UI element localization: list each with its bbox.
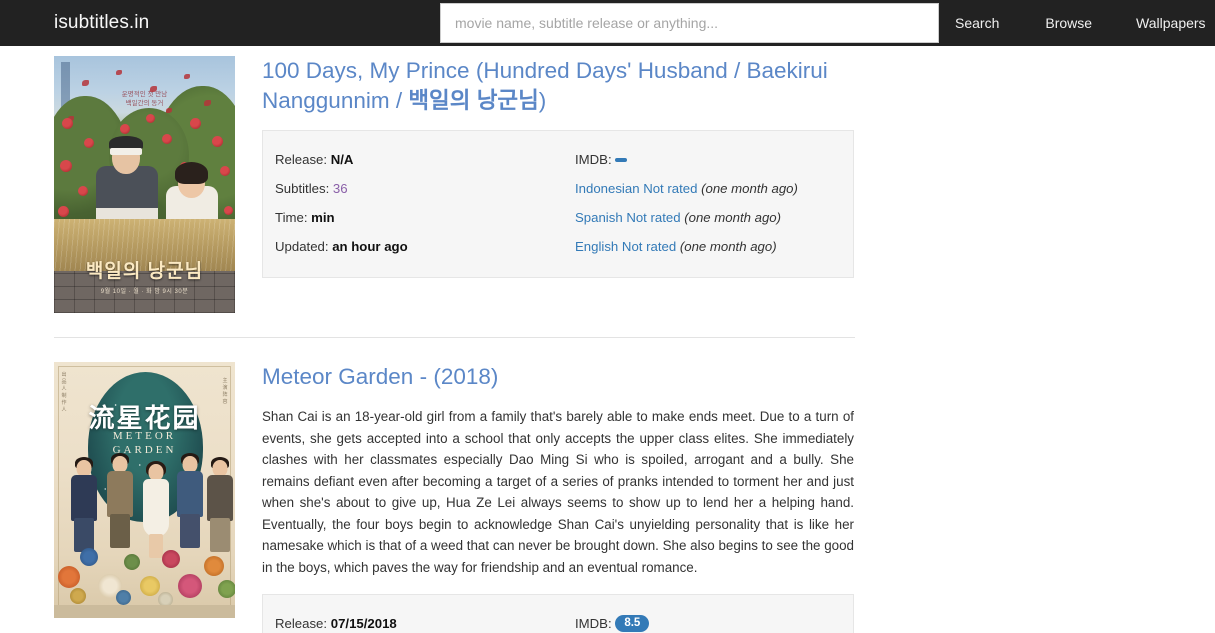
subtitle-age: (one month ago)	[701, 181, 798, 196]
info-row-subtitles: Subtitles: 36	[275, 174, 575, 203]
result-body: Meteor Garden - (2018) Shan Cai is an 18…	[235, 362, 855, 633]
poster-rose	[224, 206, 233, 215]
poster-flower	[162, 550, 180, 568]
imdb-label: IMDB:	[575, 616, 612, 631]
time-label: Time:	[275, 210, 308, 225]
nav-item-browse[interactable]: Browse	[1029, 15, 1120, 31]
subtitle-row: English Not rated (one month ago)	[575, 232, 841, 261]
result-title-link[interactable]: Meteor Garden - (2018)	[262, 362, 855, 392]
poster-footer-bar	[54, 605, 235, 618]
poster-rose	[190, 118, 201, 129]
subtitle-row: Indonesian Not rated (one month ago)	[575, 174, 841, 203]
info-row-release: Release: N/A	[275, 145, 575, 174]
result-item: 出品人制作人 流星花园 METEOR GARDEN 主演阵容 Meteor Ga…	[0, 352, 1215, 633]
poster-flower	[124, 554, 140, 570]
time-value: min	[311, 210, 335, 225]
subtitle-language-link[interactable]: English Not rated	[575, 239, 676, 254]
subtitle-age: (one month ago)	[679, 239, 777, 254]
nav-item-search[interactable]: Search	[939, 15, 1029, 31]
poster-flower	[178, 574, 202, 598]
nav-item-wallpapers[interactable]: Wallpapers	[1120, 15, 1215, 31]
poster-rose	[212, 136, 223, 147]
poster-rose	[120, 124, 130, 134]
poster-figure-woman-hair	[175, 162, 208, 184]
site-logo[interactable]: isubtitles.in	[54, 12, 149, 34]
poster-petal	[166, 108, 172, 113]
updated-label: Updated:	[275, 239, 329, 254]
search-input[interactable]	[440, 3, 939, 43]
release-value: 07/15/2018	[330, 616, 397, 631]
poster-rose	[220, 166, 230, 176]
poster-rose	[78, 186, 88, 196]
poster-petal	[204, 100, 211, 106]
result-info-panel: Release: N/A Subtitles: 36 Time: min Upd…	[262, 130, 854, 278]
poster-flower	[204, 556, 224, 576]
info-row-imdb: IMDB: 8.5	[575, 609, 841, 633]
poster-thumbnail[interactable]: 운명적인 첫 만남 백일간의 동거 백일의 낭군님 9월 10일 · 월 · 화…	[54, 56, 235, 313]
poster-thumbnail[interactable]: 出品人制作人 流星花园 METEOR GARDEN 主演阵容	[54, 362, 235, 618]
poster-korean-title: 백일의 낭군님	[85, 261, 204, 282]
info-row-time: Time: min	[275, 203, 575, 232]
figure-dress	[143, 479, 169, 537]
info-column-left: Release: N/A Subtitles: 36 Time: min Upd…	[275, 145, 575, 261]
poster-petal	[150, 86, 157, 92]
result-title-tail: )	[538, 88, 547, 113]
poster-flower	[116, 590, 131, 605]
result-body: 100 Days, My Prince (Hundred Days' Husba…	[235, 56, 855, 313]
poster-petal	[116, 70, 122, 75]
result-info-panel: Release: 07/15/2018 IMDB: 8.5	[262, 594, 854, 633]
poster-flower	[218, 580, 235, 598]
info-column-left: Release: 07/15/2018	[275, 609, 575, 633]
poster-figure-man-headband	[110, 148, 142, 155]
top-navbar: isubtitles.in Search Browse Wallpapers	[0, 0, 1215, 46]
poster-english-title-line2: GARDEN	[112, 444, 177, 456]
poster-rose	[162, 134, 172, 144]
poster-flower	[80, 548, 98, 566]
info-column-right: IMDB: 8.5	[575, 609, 841, 633]
imdb-rating-badge: 8.5	[615, 615, 650, 633]
search-box-wrapper	[440, 3, 939, 43]
poster-rose	[62, 118, 73, 129]
info-row-release: Release: 07/15/2018	[275, 609, 575, 633]
subtitle-language-link[interactable]: Indonesian Not rated	[575, 181, 697, 196]
subtitle-age: (one month ago)	[684, 210, 782, 225]
result-description: Shan Cai is an 18-year-old girl from a f…	[262, 409, 854, 575]
poster-rose	[60, 160, 72, 172]
info-column-right: IMDB: Indonesian Not rated (one month ag…	[575, 145, 841, 261]
result-item: 운명적인 첫 만남 백일간의 동거 백일의 낭군님 9월 10일 · 월 · 화…	[0, 46, 1215, 313]
info-row-imdb: IMDB:	[575, 145, 841, 174]
poster-flower	[70, 588, 86, 604]
subtitles-label: Subtitles:	[275, 181, 330, 196]
poster-flower	[140, 576, 160, 596]
imdb-label: IMDB:	[575, 152, 612, 167]
info-row-updated: Updated: an hour ago	[275, 232, 575, 261]
subtitle-row: Spanish Not rated (one month ago)	[575, 203, 841, 232]
poster-petal	[184, 74, 190, 79]
poster-english-title-line1: METEOR	[112, 430, 177, 442]
result-title-link[interactable]: 100 Days, My Prince (Hundred Days' Husba…	[262, 56, 855, 116]
subtitle-language-link[interactable]: Spanish Not rated	[575, 210, 681, 225]
poster-side-credits-right: 主演阵容	[222, 378, 228, 405]
release-label: Release:	[275, 616, 328, 631]
nav-links: Search Browse Wallpapers	[939, 0, 1215, 46]
search-results-list: 운명적인 첫 만남 백일간의 동거 백일의 낭군님 9월 10일 · 월 · 화…	[0, 46, 1215, 633]
result-title-korean: 백일의 낭군님	[408, 88, 539, 113]
figure-body	[107, 471, 133, 517]
release-label: Release:	[275, 152, 328, 167]
imdb-rating-badge	[615, 157, 628, 162]
updated-value: an hour ago	[332, 239, 408, 254]
figure-body	[71, 475, 97, 521]
poster-petal	[82, 80, 89, 86]
figure-body	[207, 475, 233, 521]
poster-rose	[84, 138, 94, 148]
poster-rose	[58, 206, 69, 217]
poster-flower	[58, 566, 80, 588]
poster-rose	[146, 114, 155, 123]
poster-korean-subtitle: 9월 10일 · 월 · 화 밤 9시 30분	[100, 289, 189, 295]
release-value: N/A	[330, 152, 354, 167]
subtitles-count-link[interactable]: 36	[333, 181, 348, 196]
